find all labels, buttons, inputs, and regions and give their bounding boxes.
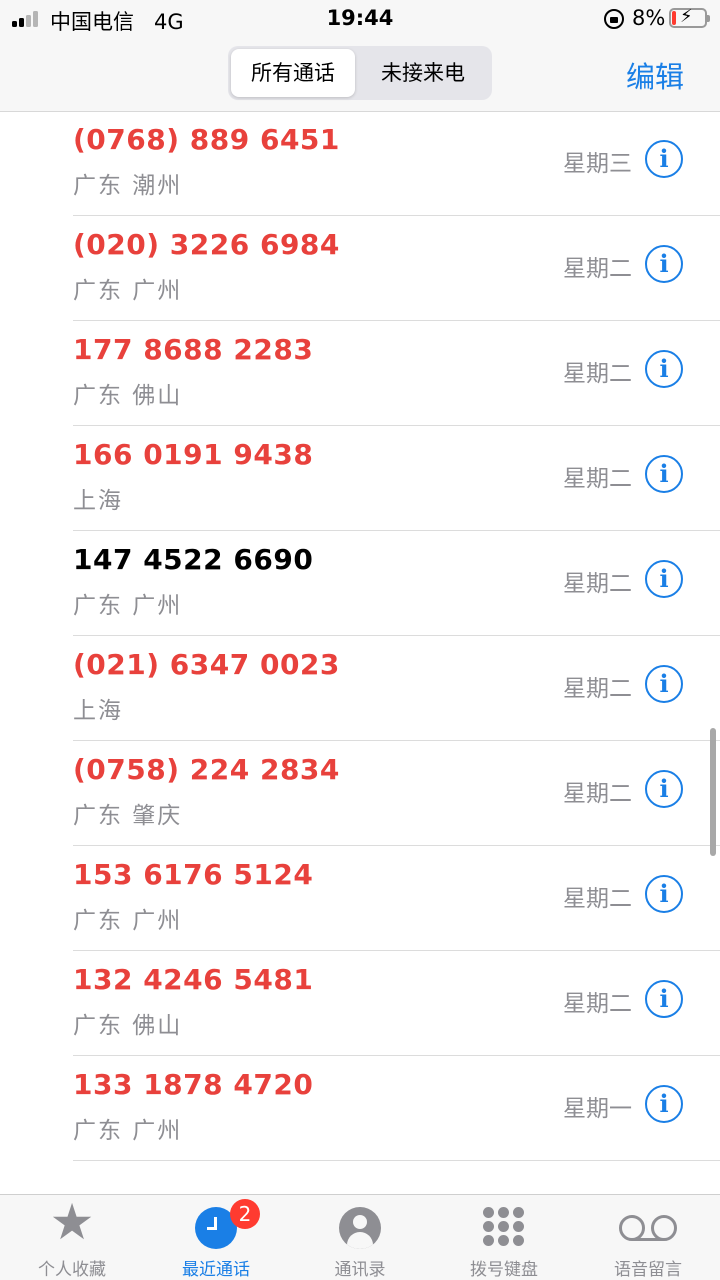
- call-location: 上海: [73, 488, 123, 514]
- tab-bar: ★ 个人收藏 2 最近通话 通讯录 拨号键盘 语音留言: [0, 1194, 720, 1280]
- charging-bolt-icon: ⚡: [680, 6, 693, 27]
- tab-contacts[interactable]: 通讯录: [288, 1195, 432, 1280]
- info-icon[interactable]: i: [645, 140, 683, 178]
- info-icon[interactable]: i: [645, 560, 683, 598]
- call-row[interactable]: (0768) 889 6451 广东 潮州 星期三 i: [0, 112, 720, 216]
- voicemail-icon: [619, 1215, 677, 1241]
- call-day: 星期二: [563, 886, 632, 912]
- missed-count-badge: 2: [230, 1199, 260, 1229]
- tab-label: 通讯录: [334, 1260, 386, 1280]
- call-row[interactable]: (021) 6347 0023 上海 星期二 i: [0, 636, 720, 741]
- call-location: 广东 广州: [73, 278, 183, 304]
- info-icon[interactable]: i: [645, 875, 683, 913]
- call-row[interactable]: 133 1878 4720 广东 广州 星期一 i: [0, 1056, 720, 1161]
- call-number: 132 4246 5481: [73, 963, 314, 996]
- info-icon[interactable]: i: [645, 665, 683, 703]
- call-row[interactable]: 132 4246 5481 广东 佛山 星期二 i: [0, 951, 720, 1056]
- tab-label: 个人收藏: [38, 1260, 106, 1280]
- call-day: 星期二: [563, 466, 632, 492]
- segment-missed-calls[interactable]: 未接来电: [358, 49, 488, 97]
- call-location: 广东 佛山: [73, 1013, 183, 1039]
- tab-label: 最近通话: [182, 1260, 250, 1280]
- call-day: 星期二: [563, 991, 632, 1017]
- call-row[interactable]: 177 8688 2283 广东 佛山 星期二 i: [0, 321, 720, 426]
- info-icon[interactable]: i: [645, 350, 683, 388]
- segment-all-calls[interactable]: 所有通话: [231, 49, 355, 97]
- scrollbar[interactable]: [710, 728, 716, 856]
- contact-icon: [339, 1207, 381, 1249]
- tab-label: 拨号键盘: [470, 1260, 538, 1280]
- call-number: (0768) 889 6451: [73, 123, 340, 156]
- tab-keypad[interactable]: 拨号键盘: [432, 1195, 576, 1280]
- recents-list[interactable]: 151 6654 1130山东 济南星期三i(0768) 889 6451广东 …: [0, 112, 720, 1194]
- call-number: 147 4522 6690: [73, 543, 314, 576]
- call-day: 星期三: [563, 151, 632, 177]
- rotation-lock-icon: [604, 9, 624, 29]
- call-location: 广东 广州: [73, 593, 183, 619]
- call-row[interactable]: (0758) 224 2834 广东 肇庆 星期二 i: [0, 741, 720, 846]
- battery-percent: 8%: [632, 6, 666, 30]
- call-number: (020) 3226 6984: [73, 228, 340, 261]
- call-number: 153 6176 5124: [73, 858, 314, 891]
- call-number: 177 8688 2283: [73, 333, 314, 366]
- recents-rows: 151 6654 1130山东 济南星期三i(0768) 889 6451广东 …: [0, 112, 720, 1161]
- call-row[interactable]: 147 4522 6690 广东 广州 星期二 i: [0, 531, 720, 636]
- info-icon[interactable]: i: [645, 455, 683, 493]
- call-row[interactable]: 153 6176 5124 广东 广州 星期二 i: [0, 846, 720, 951]
- call-location: 上海: [73, 698, 123, 724]
- info-icon[interactable]: i: [645, 980, 683, 1018]
- nav-bar: 所有通话 未接来电 编辑: [0, 38, 720, 112]
- call-day: 星期二: [563, 256, 632, 282]
- call-number: 133 1878 4720: [73, 1068, 314, 1101]
- call-location: 广东 广州: [73, 1118, 183, 1144]
- tab-label: 语音留言: [614, 1260, 682, 1280]
- call-day: 星期二: [563, 571, 632, 597]
- info-icon[interactable]: i: [645, 770, 683, 808]
- edit-button[interactable]: 编辑: [626, 54, 684, 96]
- call-day: 星期二: [563, 361, 632, 387]
- call-day: 星期二: [563, 676, 632, 702]
- call-location: 广东 潮州: [73, 173, 183, 199]
- keypad-icon: [482, 1207, 526, 1251]
- call-location: 广东 佛山: [73, 383, 183, 409]
- call-day: 星期二: [563, 781, 632, 807]
- call-row[interactable]: (020) 3226 6984 广东 广州 星期二 i: [0, 216, 720, 321]
- call-location: 广东 广州: [73, 908, 183, 934]
- call-day: 星期一: [563, 1096, 632, 1122]
- call-filter-segmented-control: 所有通话 未接来电: [228, 46, 492, 100]
- tab-favorites[interactable]: ★ 个人收藏: [0, 1195, 144, 1280]
- call-location: 广东 肇庆: [73, 803, 183, 829]
- call-row[interactable]: 166 0191 9438 上海 星期二 i: [0, 426, 720, 531]
- star-icon: ★: [49, 1193, 95, 1251]
- call-number: (021) 6347 0023: [73, 648, 340, 681]
- info-icon[interactable]: i: [645, 1085, 683, 1123]
- call-number: 166 0191 9438: [73, 438, 314, 471]
- status-bar: 中国电信 4G 19:44 8% ⚡: [0, 0, 720, 38]
- tab-recents[interactable]: 2 最近通话: [144, 1195, 288, 1280]
- info-icon[interactable]: i: [645, 245, 683, 283]
- tab-voicemail[interactable]: 语音留言: [576, 1195, 720, 1280]
- call-number: (0758) 224 2834: [73, 753, 340, 786]
